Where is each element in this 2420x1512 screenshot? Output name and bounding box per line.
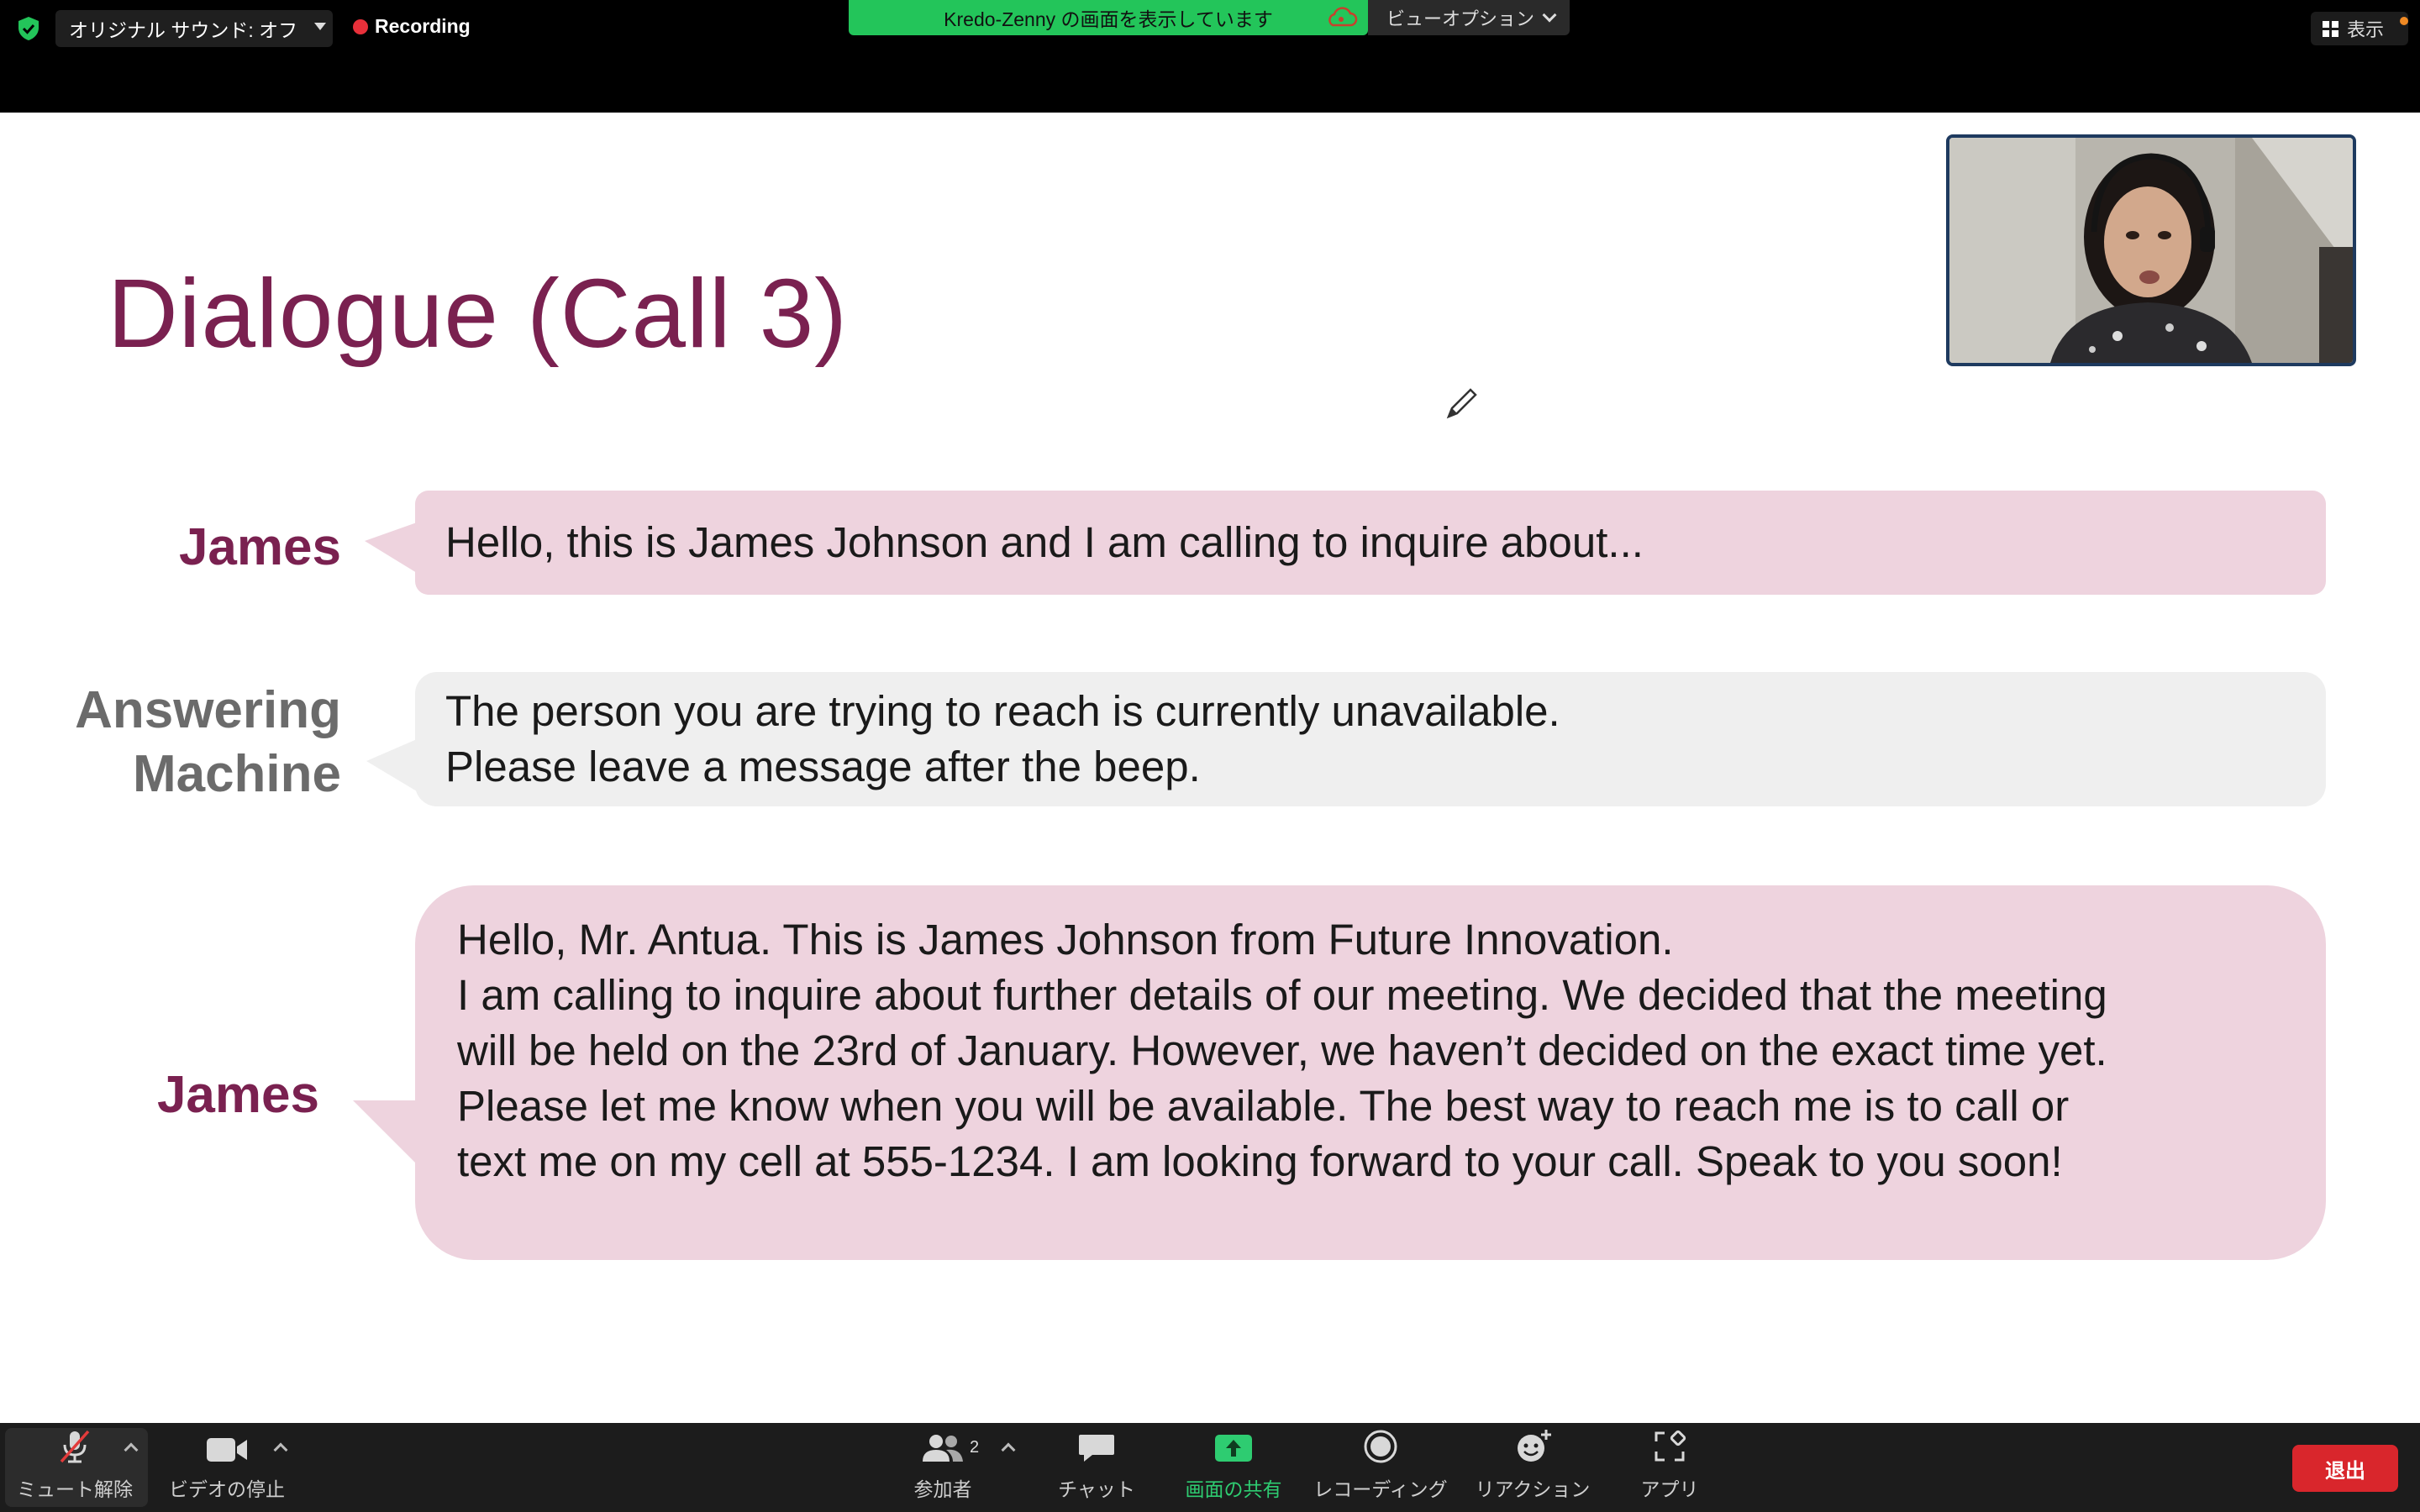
muted-microphone-icon [60,1430,90,1463]
view-options-label: ビューオプション [1386,8,1535,29]
dialogue-line: Hello, this is James Johnson and I am ca… [445,518,1644,566]
original-sound-toggle[interactable]: オリジナル サウンド: オフ [55,10,333,47]
dialogue-line: text me on my cell at 555-1234. I am loo… [457,1137,2063,1185]
unmute-label: ミュート解除 [17,1478,133,1500]
reactions-label: リアクション [1475,1478,1591,1500]
speech-bubble-james-2: Hello, Mr. Antua. This is James Johnson … [415,885,2326,1260]
meeting-top-bar: オリジナル サウンド: オフ Recording Kredo-Zenny の画面… [0,0,2420,113]
stop-video-label: ビデオの停止 [169,1478,285,1500]
chevron-down-icon [1542,8,1557,23]
stop-video-button[interactable]: ビデオの停止 [166,1428,287,1507]
speaker-label-james: James [178,518,341,576]
meeting-controls-toolbar: ミュート解除 ビデオの停止 参加者 2 チャット 画面の共有 レコーディング リ… [0,1423,2420,1512]
add-reaction-icon [1518,1430,1551,1462]
participants-options-caret-icon[interactable] [1001,1442,1016,1457]
screen-share-banner-text: Kredo-Zenny の画面を表示しています [944,8,1273,30]
dialogue-line: The person you are trying to reach is cu… [445,687,1560,735]
recording-label: Recording [375,15,471,37]
speaker-label-line: Answering [75,681,341,739]
leave-meeting-button[interactable]: 退出 [2292,1445,2398,1492]
dialogue-line: Please let me know when you will be avai… [457,1082,2070,1130]
chat-button[interactable]: チャット [1050,1428,1143,1507]
record-button[interactable]: レコーディング [1311,1428,1450,1507]
view-options-dropdown[interactable]: ビューオプション [1368,0,1570,35]
speech-bubble-james-1: Hello, this is James Johnson and I am ca… [415,491,2326,595]
participants-label: 参加者 [913,1478,972,1500]
display-label: 表示 [2347,19,2385,40]
apps-icon [1655,1430,1686,1462]
original-sound-label: オリジナル サウンド: オフ [69,19,298,41]
record-icon [1364,1430,1397,1463]
share-screen-label: 画面の共有 [1185,1478,1282,1500]
notification-dot-icon [2400,17,2408,25]
reactions-button[interactable]: リアクション [1472,1428,1593,1507]
apps-button[interactable]: アプリ [1630,1428,1709,1507]
display-button[interactable]: 表示 [2311,12,2408,45]
dialogue-line: will be held on the 23rd of January. How… [457,1026,2107,1074]
dialogue-line: Please leave a message after the beep. [445,743,1201,790]
cloud-icon[interactable] [1324,7,1358,29]
speech-bubble-tail [365,522,417,573]
dialogue-line: I am calling to inquire about further de… [457,971,2107,1019]
speaker-label-answering-machine: Answering Machine [34,679,341,806]
gallery-grid-icon [2323,20,2338,37]
apps-label: アプリ [1640,1478,1699,1500]
record-dot-icon [353,18,368,34]
participants-count: 2 [970,1438,980,1457]
unmute-button[interactable]: ミュート解除 [12,1428,138,1507]
recording-indicator[interactable]: Recording [353,15,471,38]
participant-video-frame [1949,138,2353,363]
share-screen-button[interactable]: 画面の共有 [1176,1428,1291,1507]
chat-bubble-icon [1079,1435,1114,1462]
participants-icon [923,1435,963,1462]
pencil-cursor-icon [1446,388,1477,419]
participant-video-thumbnail[interactable] [1946,134,2356,366]
speech-bubble-tail [366,739,417,791]
chevron-down-icon[interactable] [314,23,326,30]
chat-label: チャット [1058,1478,1135,1500]
speaker-label-james: James [156,1066,319,1124]
slide-title: Dialogue (Call 3) [108,259,848,368]
security-shield-icon[interactable] [15,15,42,42]
speaker-label-line: Machine [132,745,341,803]
record-label: レコーディング [1313,1478,1448,1500]
video-camera-icon [207,1438,247,1462]
speech-bubble-answering-machine: The person you are trying to reach is cu… [415,672,2326,806]
dialogue-line: Hello, Mr. Antua. This is James Johnson … [457,916,1674,963]
share-screen-icon [1215,1435,1252,1462]
screen-share-banner[interactable]: Kredo-Zenny の画面を表示しています [849,0,1368,35]
